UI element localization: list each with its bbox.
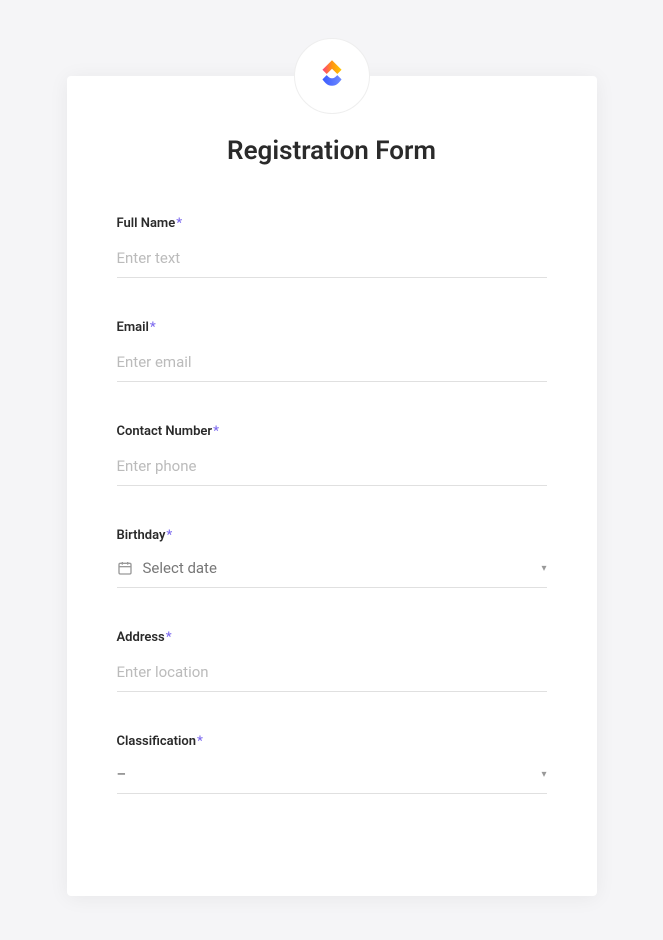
field-contact-number: Contact Number* bbox=[117, 424, 547, 486]
input-birthday[interactable]: Select date ▾ bbox=[117, 555, 547, 588]
required-marker: * bbox=[176, 216, 182, 231]
clickup-logo-icon bbox=[315, 57, 349, 95]
field-birthday: Birthday* Select date ▾ bbox=[117, 528, 547, 588]
required-marker: * bbox=[213, 424, 219, 439]
birthday-placeholder: Select date bbox=[143, 559, 542, 577]
label-text: Classification bbox=[117, 734, 197, 749]
logo-circle bbox=[294, 38, 370, 114]
required-marker: * bbox=[166, 528, 172, 543]
label-text: Email bbox=[117, 320, 149, 335]
label-text: Address bbox=[117, 630, 165, 645]
classification-placeholder: – bbox=[117, 765, 542, 783]
label-birthday: Birthday* bbox=[117, 528, 547, 543]
label-contact-number: Contact Number* bbox=[117, 424, 547, 439]
label-full-name: Full Name* bbox=[117, 216, 547, 231]
calendar-icon bbox=[117, 560, 133, 576]
label-text: Full Name bbox=[117, 216, 176, 231]
required-marker: * bbox=[150, 320, 156, 335]
input-email[interactable] bbox=[117, 347, 547, 382]
field-email: Email* bbox=[117, 320, 547, 382]
chevron-down-icon: ▾ bbox=[541, 563, 546, 574]
form-card: Registration Form Full Name* Email* Cont… bbox=[67, 76, 597, 896]
field-full-name: Full Name* bbox=[117, 216, 547, 278]
chevron-down-icon: ▾ bbox=[541, 769, 546, 780]
input-address[interactable] bbox=[117, 657, 547, 692]
input-contact-number[interactable] bbox=[117, 451, 547, 486]
field-classification: Classification* – ▾ bbox=[117, 734, 547, 794]
label-address: Address* bbox=[117, 630, 547, 645]
label-classification: Classification* bbox=[117, 734, 547, 749]
input-classification[interactable]: – ▾ bbox=[117, 761, 547, 794]
field-address: Address* bbox=[117, 630, 547, 692]
required-marker: * bbox=[166, 630, 172, 645]
label-text: Birthday bbox=[117, 528, 166, 543]
registration-form: Full Name* Email* Contact Number* Birthd… bbox=[67, 216, 597, 794]
input-full-name[interactable] bbox=[117, 243, 547, 278]
label-email: Email* bbox=[117, 320, 547, 335]
label-text: Contact Number bbox=[117, 424, 213, 439]
page-title: Registration Form bbox=[67, 136, 597, 166]
required-marker: * bbox=[197, 734, 203, 749]
